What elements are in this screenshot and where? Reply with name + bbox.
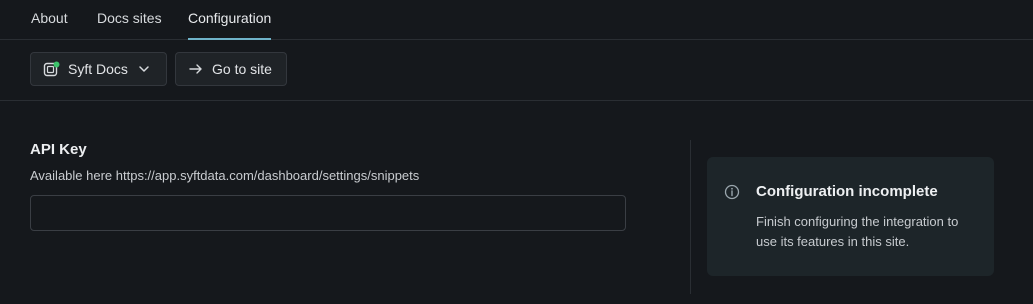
vertical-divider [690, 140, 691, 294]
go-to-site-label: Go to site [212, 61, 272, 77]
arrow-right-icon [189, 63, 203, 75]
api-key-description: Available here https://app.syftdata.com/… [30, 168, 420, 183]
callout-body: Finish configuring the integration to us… [756, 214, 959, 249]
chevron-down-icon [138, 63, 150, 75]
api-key-input[interactable] [30, 195, 626, 231]
info-icon [724, 184, 740, 205]
site-selector-button[interactable]: Syft Docs [30, 52, 167, 86]
go-to-site-button[interactable]: Go to site [175, 52, 287, 86]
tab-bar: About Docs sites Configuration [0, 0, 1033, 40]
configuration-incomplete-callout: Configuration incomplete Finish configur… [707, 157, 994, 276]
tab-configuration[interactable]: Configuration [188, 0, 272, 40]
site-status-icon [43, 61, 60, 78]
tab-docs-sites[interactable]: Docs sites [97, 0, 162, 39]
site-selector-label: Syft Docs [68, 61, 128, 77]
callout-title: Configuration incomplete [756, 183, 938, 200]
toolbar: Syft Docs Go to site [0, 40, 1033, 101]
tab-about[interactable]: About [31, 0, 68, 39]
api-key-title: API Key [30, 141, 87, 158]
